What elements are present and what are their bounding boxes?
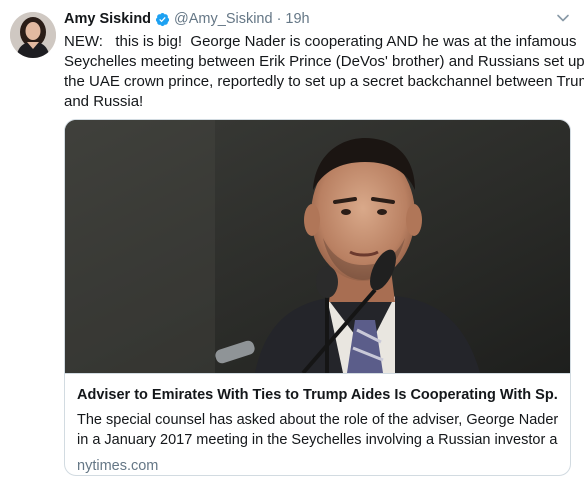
author-name[interactable]: Amy Siskind — [64, 11, 151, 27]
avatar[interactable] — [10, 12, 56, 58]
link-preview-card[interactable]: Adviser to Emirates With Ties to Trump A… — [64, 119, 571, 476]
card-description-line: in a January 2017 meeting in the Seychel… — [77, 432, 558, 448]
tweet-header: Amy Siskind @Amy_Siskind · 19h — [64, 9, 310, 29]
card-title[interactable]: Adviser to Emirates With Ties to Trump A… — [77, 385, 558, 405]
tweet-text-line: and Russia! — [64, 93, 144, 110]
tweet-text-line: NEW: this is big! George Nader is cooper… — [64, 33, 577, 50]
timestamp[interactable]: 19h — [285, 11, 309, 27]
tweet-text-line: Seychelles meeting between Erik Prince (… — [64, 53, 584, 70]
tweet-text-line: the UAE crown prince, reportedly to set … — [64, 73, 584, 90]
card-body: Adviser to Emirates With Ties to Trump A… — [65, 373, 570, 475]
verified-badge-icon — [155, 12, 170, 26]
author-handle[interactable]: @Amy_Siskind — [174, 11, 273, 27]
card-description-line: The special counsel has asked about the … — [77, 412, 558, 428]
tweet: Amy Siskind @Amy_Siskind · 19h NEW: this… — [0, 0, 584, 490]
separator-dot: · — [276, 11, 282, 27]
card-image[interactable] — [65, 120, 570, 373]
chevron-down-icon[interactable] — [556, 11, 570, 25]
card-description: The special counsel has asked about the … — [77, 410, 558, 450]
tweet-text: NEW: this is big! George Nader is cooper… — [64, 32, 584, 112]
card-domain: nytimes.com — [77, 458, 159, 474]
